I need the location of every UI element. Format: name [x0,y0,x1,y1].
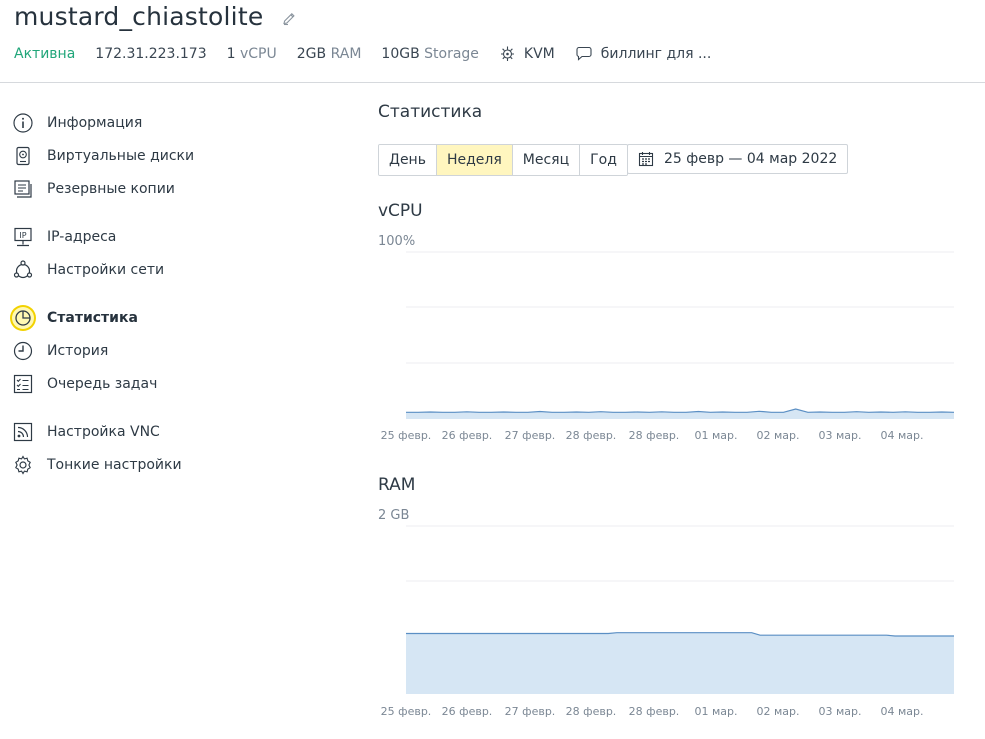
ram-series-area [406,632,954,694]
vcpu-series-line[interactable] [406,408,955,413]
x-tick-label: 02 мар. [756,429,799,442]
x-tick-label: 25 февр. [381,429,432,442]
x-tick-label: 27 февр. [505,705,556,718]
vcpu-series-area [406,409,954,419]
x-tick-label: 01 мар. [694,705,737,718]
x-tick-label: 28 февр. [629,705,680,718]
x-tick-label: 04 мар. [880,705,923,718]
x-tick-label: 28 февр. [566,705,617,718]
ram-chart: 25 февр. 26 февр. 27 февр. 28 февр. 28 февр.… [381,525,954,718]
x-tick-label: 26 февр. [442,429,493,442]
x-tick-label: 26 февр. [442,705,493,718]
charts-canvas: 25 февр. 26 февр. 27 февр. 28 февр. 28 февр.… [381,251,955,718]
x-tick-label: 03 мар. [818,429,861,442]
x-tick-label: 27 февр. [505,429,556,442]
x-tick-label: 02 мар. [756,705,799,718]
x-tick-label: 28 февр. [566,429,617,442]
x-tick-label: 25 февр. [381,705,432,718]
vcpu-chart: 25 февр. 26 февр. 27 февр. 28 февр. 28 февр.… [381,251,955,442]
x-tick-label: 03 мар. [818,705,861,718]
x-tick-label: 01 мар. [694,429,737,442]
x-tick-label: 28 февр. [629,429,680,442]
x-tick-label: 04 мар. [880,429,923,442]
